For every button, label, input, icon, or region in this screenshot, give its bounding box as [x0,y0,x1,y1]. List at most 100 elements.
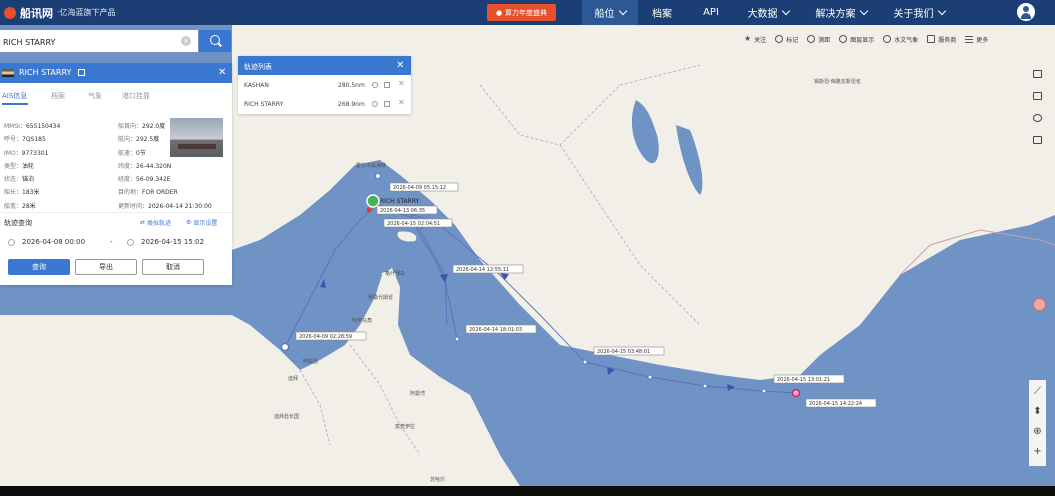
ship-info-left: MMSI： 655150434 呼号： 7QS185 IMO： 9773301 类型：… [4,123,61,210]
nav-item-about[interactable]: 关于我们 [888,0,950,25]
tab-port-calls[interactable]: 港口挂靠 [122,91,150,101]
track-ship-name: KASHAN [244,82,269,89]
ship-panel-tabs: AIS信息 档案 气象 港口挂靠 [0,91,232,105]
device-button[interactable] [1029,132,1045,147]
query-button[interactable]: 查询 [8,259,70,275]
top-nav: 船讯网 ·亿海蓝旗下产品 ● 算力年度盛典 船位 档案 API 大数据 解决方案… [0,0,1055,25]
tab-ais-info[interactable]: AIS信息 [2,91,29,105]
similar-track-link[interactable]: ⇄ 类似轨迹 [140,218,171,227]
edit-icon[interactable] [78,69,85,76]
ship-position-dot[interactable] [366,207,372,213]
track-time-label: 2026-04-09 05:15:12 [389,182,459,192]
close-icon[interactable]: ✕ [396,61,404,71]
locate-button[interactable]: ⊕ [1029,422,1046,440]
location-pin-icon[interactable] [1033,298,1046,311]
delete-icon[interactable]: ✕ [398,79,405,88]
delete-icon[interactable]: ✕ [398,98,405,107]
tool-service[interactable]: 服务商 [927,35,956,44]
date-to-input[interactable]: 2026-04-15 15:02 [141,238,204,246]
ship-marker-icon[interactable] [366,194,380,208]
track-time-label: 2026-04-14 18:01:03 [465,324,537,334]
gear-icon: ⚙ [186,219,192,226]
chevron-down-icon [859,6,868,16]
ship-filter-button[interactable] [1029,88,1045,103]
anchor-icon [1032,113,1042,122]
measure-button[interactable]: ⟋ [1029,382,1046,400]
chart-icon[interactable] [384,101,390,107]
track-end-point[interactable] [791,388,801,398]
user-avatar[interactable] [1017,3,1035,21]
promo-button[interactable]: ● 算力年度盛典 [487,4,556,21]
nav-item-ship-position[interactable]: 船位 [582,0,638,25]
svg-text:2026-04-15 14:22:24: 2026-04-15 14:22:24 [809,401,862,407]
layers-icon [839,35,848,43]
search-icon [210,35,220,45]
track-point[interactable] [761,388,767,394]
tab-weather[interactable]: 气象 [88,91,102,101]
tool-mark[interactable]: 标记 [775,35,798,44]
tool-layers[interactable]: 图层显示 [839,35,874,44]
track-point[interactable] [454,336,460,342]
tool-more[interactable]: 更多 [965,35,988,44]
tab-archive[interactable]: 档案 [51,91,65,101]
tool-label: 更多 [976,36,989,44]
brand-logo[interactable]: 船讯网 ·亿海蓝旗下产品 [4,4,116,21]
svg-text:2026-04-09 05:15:12: 2026-04-09 05:15:12 [393,185,446,191]
track-point[interactable] [647,374,653,380]
tide-button[interactable] [1029,110,1045,125]
track-list-row[interactable]: KASHAN 280.5nm ✕ [238,76,411,95]
chart-icon[interactable] [384,82,390,88]
tool-label: 图层显示 [850,36,875,44]
eye-icon[interactable] [372,82,378,88]
svg-text:2026-04-15 03:48:01: 2026-04-15 03:48:01 [597,349,650,355]
tool-weather[interactable]: 水文气象 [883,35,918,44]
fire-icon: ● [495,8,503,17]
tool-label: 标记 [786,36,799,44]
flag-icon [775,35,784,43]
track-list-title: 轨迹列表 [244,63,272,71]
track-time-label: 2026-04-09 02:28:59 [295,331,367,341]
svg-text:2026-04-09 02:28:59: 2026-04-09 02:28:59 [299,334,352,340]
display-settings-link[interactable]: ⚙ 显示设置 [186,218,217,227]
track-point[interactable] [582,359,588,365]
export-button[interactable]: 导出 [75,259,137,275]
nav-item-solutions[interactable]: 解决方案 [810,0,872,25]
track-list-row[interactable]: RICH STARRY 268.9nm ✕ [238,95,411,114]
cancel-button[interactable]: 取消 [142,259,204,275]
chevron-down-icon [937,6,946,16]
brand-subtitle: ·亿海蓝旗下产品 [57,8,116,17]
chart-icon: ⇄ [140,219,146,226]
nav-item-archive[interactable]: 档案 [645,0,679,25]
date-from-input[interactable]: 2026-04-08 00:00 [22,238,85,246]
date-range: 2026-04-08 00:00 - 2026-04-15 15:02 [4,236,228,250]
ship-photo[interactable] [170,118,223,157]
track-time-label: 2026-04-14 12:55:11 [452,264,524,274]
track-point[interactable] [280,342,290,352]
link-label: 显示设置 [193,220,218,227]
nav-item-big-data[interactable]: 大数据 [742,0,794,25]
phone-icon [1032,135,1042,144]
track-list-panel: 轨迹列表 ✕ KASHAN 280.5nm ✕ RICH STARRY 268.… [238,56,411,114]
place-label: 阿联酋 [303,358,318,365]
zoom-in-button[interactable]: + [1029,442,1046,460]
nav-item-api[interactable]: API [696,0,726,25]
track-point[interactable] [375,173,381,179]
track-time-label: 2026-04-15 02:04:51 [383,218,453,228]
track-point[interactable] [702,383,708,389]
nav-label: 关于我们 [893,9,934,20]
search-button[interactable] [199,30,231,52]
clear-icon[interactable]: × [181,36,191,46]
track-time-label: 2026-04-15 13:01:21 [773,374,845,384]
nav-label: 船位 [594,9,615,20]
close-icon[interactable]: ✕ [218,68,226,78]
search-input[interactable] [0,30,185,54]
fullscreen-button[interactable] [1029,66,1045,81]
tool-follow[interactable]: ★ 关注 [744,35,766,44]
eye-icon[interactable] [372,101,378,107]
place-label: 苏哈尔 [430,476,445,483]
tool-measure[interactable]: 测距 [807,35,830,44]
map-toolbar: ★ 关注 标记 测距 图层显示 水文气象 服务商 更多 [744,31,988,47]
ship-map-label: RICH STARRY [380,198,420,205]
brand-name: 船讯网 [20,6,53,20]
compass-button[interactable]: ⬍ [1029,402,1046,420]
